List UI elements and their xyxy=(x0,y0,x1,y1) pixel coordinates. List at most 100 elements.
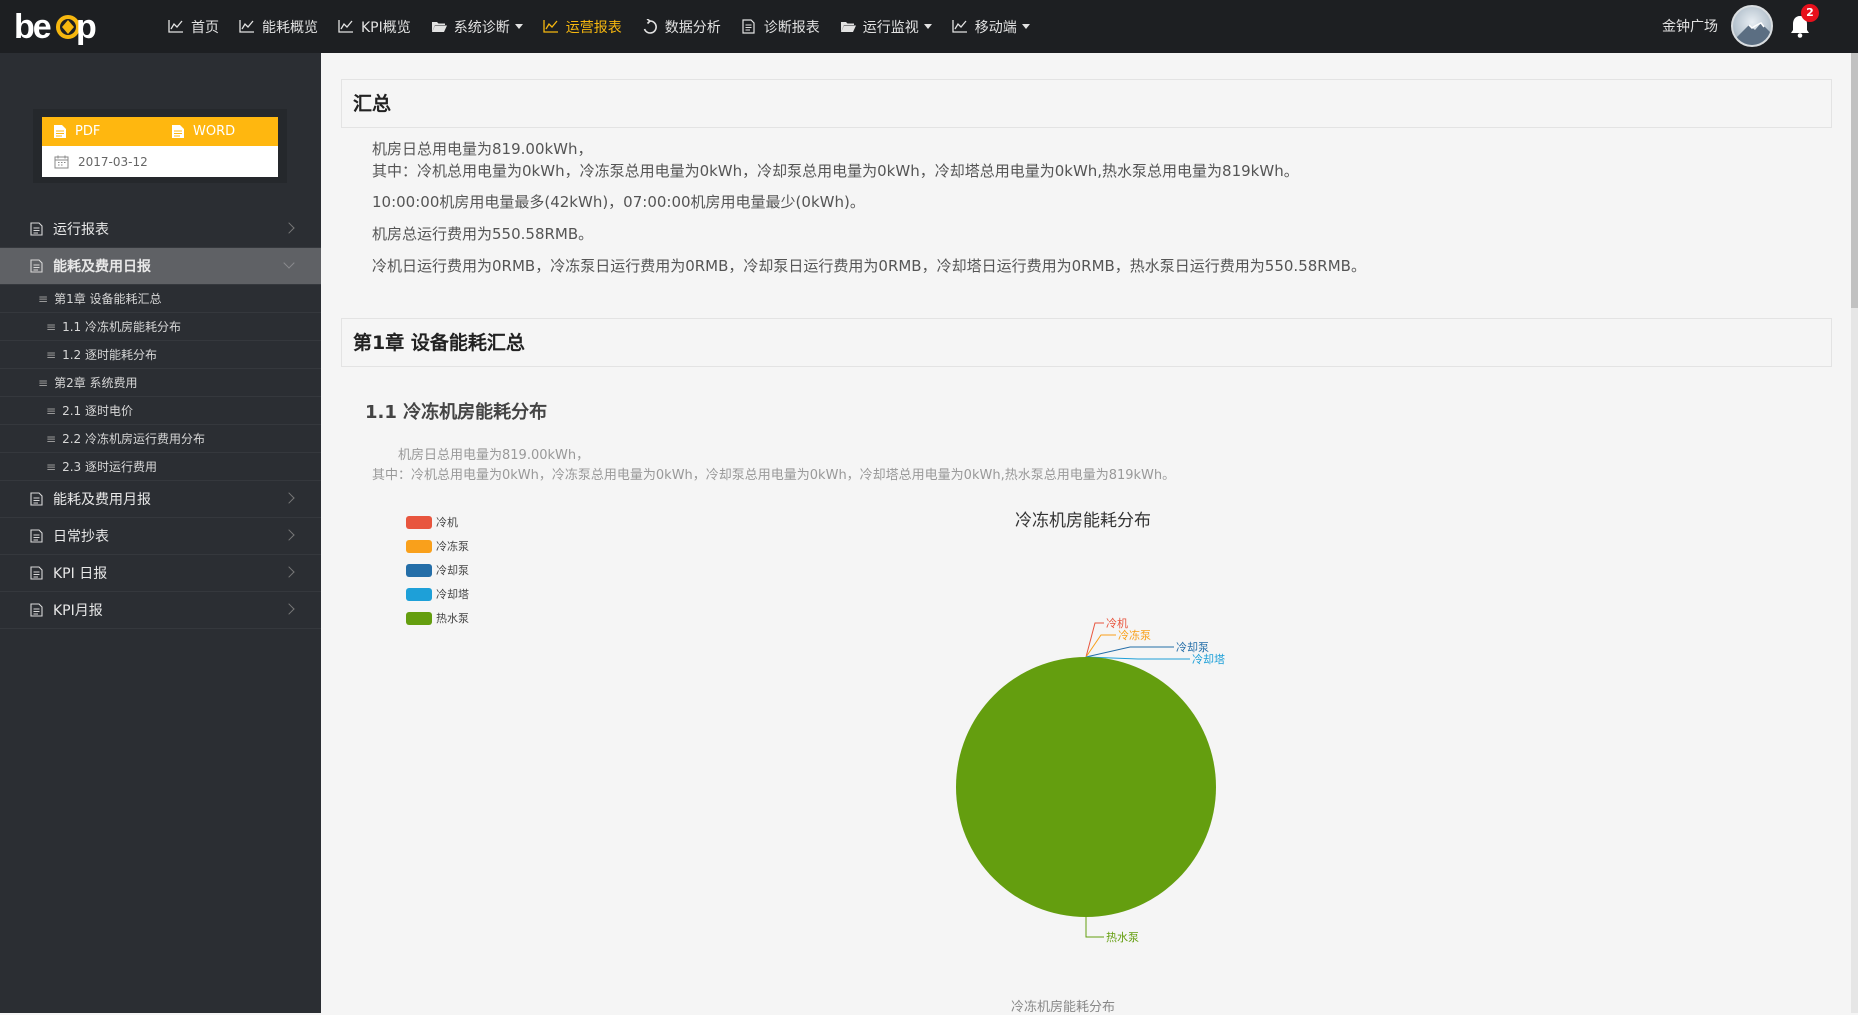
user-avatar[interactable] xyxy=(1731,5,1773,47)
sidebar-item-label: 日常抄表 xyxy=(53,529,109,545)
sidebar-item-0[interactable]: 运行报表 xyxy=(0,211,321,248)
slice-label: 热水泵 xyxy=(1106,931,1139,944)
sidebar-subitem-2[interactable]: ≡ 1.2 逐时能耗分布 xyxy=(0,341,321,369)
sidebar: PDF WORD 2017-03-12 运行报表能耗及费用日报 ≡ 第1章 设备能耗… xyxy=(0,53,321,1013)
sidebar-subitem-0[interactable]: ≡ 第1章 设备能耗汇总 xyxy=(0,285,321,313)
nav-item-label: 运行监视 xyxy=(862,19,919,36)
nav-item-label: 首页 xyxy=(191,19,219,36)
export-word-button[interactable]: WORD xyxy=(171,124,235,139)
nav-item-6[interactable]: 诊断报表 xyxy=(741,17,820,37)
export-panel: PDF WORD 2017-03-12 xyxy=(33,109,287,183)
list-icon: ≡ xyxy=(46,431,57,446)
document-icon xyxy=(30,222,43,236)
caret-down-icon xyxy=(514,24,523,29)
nav-item-label: 诊断报表 xyxy=(763,19,820,36)
sidebar-subitem-label: 第2章 系统费用 xyxy=(54,376,138,390)
main-nav: 首页 能耗概览 KPI概览 系统诊断 运营报表 数据分析 诊断报表 运行监视 移动端 xyxy=(168,0,1050,53)
nav-item-7[interactable]: 运行监视 xyxy=(840,17,932,37)
list-icon: ≡ xyxy=(38,375,49,390)
document-icon xyxy=(30,566,43,580)
export-bar: PDF WORD xyxy=(42,117,278,146)
list-icon: ≡ xyxy=(46,347,57,362)
svg-text:be: be xyxy=(14,8,51,46)
report-menu: 运行报表 能耗及费用日报 ≡ 第1章 设备能耗汇总 ≡ 1.1 冷冻机房能耗分布 ≡ 1.2 … xyxy=(0,211,321,629)
nav-item-label: 数据分析 xyxy=(664,19,721,36)
sidebar-item-label: 能耗及费用月报 xyxy=(53,492,151,508)
line-chart-icon xyxy=(239,20,254,33)
list-icon: ≡ xyxy=(46,403,57,418)
sidebar-item-label: KPI月报 xyxy=(53,603,103,619)
sidebar-item-3[interactable]: 日常抄表 xyxy=(0,518,321,555)
report-date: 2017-03-12 xyxy=(78,154,148,169)
line-chart-icon xyxy=(952,20,967,33)
label-leader-line xyxy=(1085,646,1174,658)
scrollbar-thumb[interactable] xyxy=(1851,53,1858,308)
pie-slice[interactable] xyxy=(956,657,1216,917)
beep-logo[interactable]: be p xyxy=(12,6,104,48)
slice-label: 冷机 xyxy=(1106,616,1128,630)
sidebar-item-2[interactable]: 能耗及费用月报 xyxy=(0,481,321,518)
chevron-icon xyxy=(283,529,295,541)
sidebar-subitem-6[interactable]: ≡ 2.3 逐时运行费用 xyxy=(0,453,321,481)
label-leader-line xyxy=(1085,917,1104,938)
sidebar-subitem-4[interactable]: ≡ 2.1 逐时电价 xyxy=(0,397,321,425)
sidebar-item-label: 运行报表 xyxy=(53,222,109,238)
nav-item-label: 运营报表 xyxy=(565,19,622,36)
export-pdf-label: PDF xyxy=(75,124,101,139)
label-leader-line xyxy=(1085,622,1104,658)
sidebar-item-1[interactable]: 能耗及费用日报 xyxy=(0,248,321,285)
nav-item-0[interactable]: 首页 xyxy=(168,17,219,37)
sidebar-subitem-label: 2.1 逐时电价 xyxy=(62,404,133,418)
user-name[interactable]: 金钟广场 xyxy=(1662,16,1718,36)
folder-open-icon xyxy=(840,22,856,32)
caret-down-icon xyxy=(1021,24,1030,29)
line-chart-icon xyxy=(338,20,353,33)
slice-label: 冷冻泵 xyxy=(1118,628,1151,642)
nav-item-1[interactable]: 能耗概览 xyxy=(239,17,318,37)
sidebar-subitem-5[interactable]: ≡ 2.2 冷冻机房运行费用分布 xyxy=(0,425,321,453)
list-icon: ≡ xyxy=(46,459,57,474)
sidebar-item-5[interactable]: KPI月报 xyxy=(0,592,321,629)
top-navbar: be p 首页 能耗概览 KPI概览 系统诊断 运营报表 数据分析 诊断报表 运行监视 移动端 … xyxy=(0,0,1858,53)
sidebar-item-label: KPI 日报 xyxy=(53,566,108,582)
document-icon xyxy=(30,259,43,273)
chevron-icon xyxy=(283,492,295,504)
nav-item-label: 系统诊断 xyxy=(453,19,510,36)
sidebar-subitem-label: 2.2 冷冻机房运行费用分布 xyxy=(62,432,205,446)
document-icon xyxy=(30,603,43,617)
nav-item-3[interactable]: 系统诊断 xyxy=(431,17,523,37)
nav-item-label: 能耗概览 xyxy=(262,19,318,36)
chevron-icon xyxy=(283,566,295,578)
date-picker[interactable]: 2017-03-12 xyxy=(42,146,278,177)
notification-badge: 2 xyxy=(1801,4,1819,22)
sidebar-subitem-label: 1.1 冷冻机房能耗分布 xyxy=(62,320,181,334)
pie-chart: 冷机冷冻泵冷却泵冷却塔热水泵 xyxy=(956,616,1225,944)
calendar-icon xyxy=(54,155,69,168)
nav-item-label: KPI概览 xyxy=(361,19,411,36)
document-icon xyxy=(172,125,184,138)
document-icon xyxy=(742,19,755,34)
line-chart-icon xyxy=(168,20,183,33)
chevron-icon xyxy=(283,257,295,269)
export-word-label: WORD xyxy=(193,124,236,139)
document-icon xyxy=(30,529,43,543)
export-pdf-button[interactable]: PDF xyxy=(53,124,171,139)
nav-item-8[interactable]: 移动端 xyxy=(952,17,1030,37)
nav-item-2[interactable]: KPI概览 xyxy=(338,17,411,37)
folder-open-icon xyxy=(431,22,447,32)
document-icon xyxy=(30,492,43,506)
list-icon: ≡ xyxy=(38,291,49,306)
sidebar-item-4[interactable]: KPI 日报 xyxy=(0,555,321,592)
sidebar-subitem-1[interactable]: ≡ 1.1 冷冻机房能耗分布 xyxy=(0,313,321,341)
line-chart-icon xyxy=(543,20,558,33)
refresh-icon xyxy=(643,19,657,34)
sidebar-subitem-label: 2.3 逐时运行费用 xyxy=(62,460,157,474)
nav-item-label: 移动端 xyxy=(974,19,1017,36)
sidebar-subitem-3[interactable]: ≡ 第2章 系统费用 xyxy=(0,369,321,397)
nav-item-4[interactable]: 运营报表 xyxy=(543,17,622,37)
nav-item-5[interactable]: 数据分析 xyxy=(642,17,721,37)
svg-text:p: p xyxy=(76,8,97,46)
sidebar-subitem-label: 1.2 逐时能耗分布 xyxy=(62,348,157,362)
chevron-icon xyxy=(283,222,295,234)
report-content: 汇总 机房日总用电量为819.00kWh， 其中：冷机总用电量为0kWh，冷冻泵… xyxy=(321,53,1851,1015)
